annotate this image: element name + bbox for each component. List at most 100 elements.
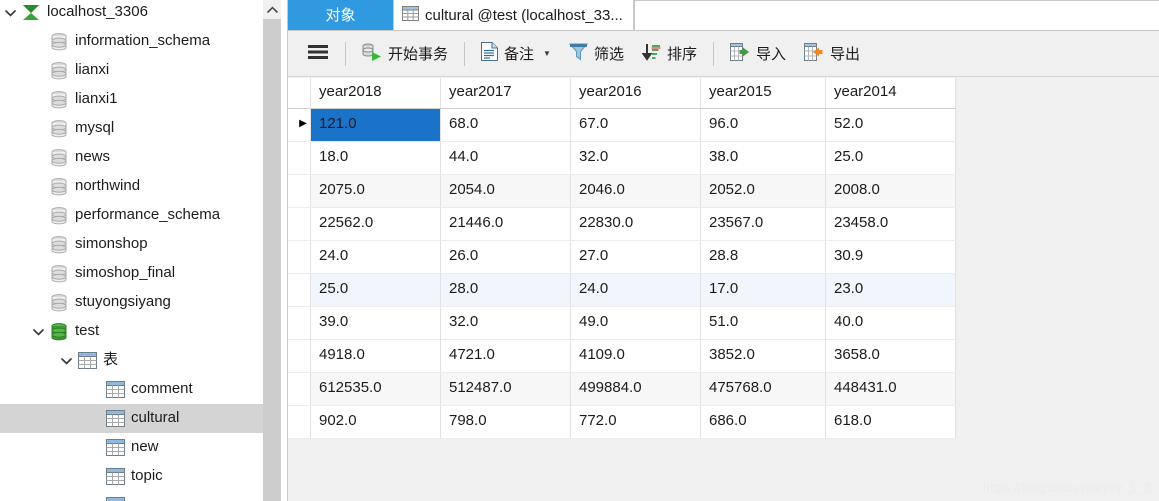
- grid-cell[interactable]: 3852.0: [700, 339, 826, 373]
- menu-button[interactable]: [298, 37, 338, 71]
- grid-cell[interactable]: 96.0: [700, 108, 826, 142]
- grid-row[interactable]: 25.0 28.0 24.0 17.0 23.0: [288, 273, 956, 307]
- grid-cell[interactable]: 25.0: [825, 141, 956, 175]
- grid-cell[interactable]: 2052.0: [700, 174, 826, 208]
- tree-item-test[interactable]: test: [0, 317, 264, 346]
- tree-item-topic[interactable]: topic: [0, 462, 264, 491]
- tab-objects[interactable]: 对象: [288, 0, 393, 30]
- grid-column-header[interactable]: year2017: [440, 78, 571, 109]
- grid-row-indicator[interactable]: [288, 240, 311, 274]
- grid-cell[interactable]: 49.0: [570, 306, 701, 340]
- grid-cell[interactable]: 23567.0: [700, 207, 826, 241]
- tree-item-simoshop_final[interactable]: simoshop_final: [0, 259, 264, 288]
- tree-item-cultural[interactable]: cultural: [0, 404, 264, 433]
- grid-row[interactable]: 4918.0 4721.0 4109.0 3852.0 3658.0: [288, 339, 956, 373]
- grid-cell[interactable]: 612535.0: [310, 372, 441, 406]
- tree-item-localhost_3306[interactable]: localhost_3306: [0, 0, 264, 27]
- note-button[interactable]: 备注 ▼: [472, 37, 560, 71]
- grid-row-indicator[interactable]: [288, 273, 311, 307]
- tree-item-lianxi1[interactable]: lianxi1: [0, 85, 264, 114]
- scroll-up-arrow-icon[interactable]: [263, 0, 281, 19]
- grid-cell[interactable]: 22830.0: [570, 207, 701, 241]
- grid-row[interactable]: ▶ 121.0 68.0 67.0 96.0 52.0: [288, 108, 956, 142]
- grid-cell[interactable]: 40.0: [825, 306, 956, 340]
- grid-row[interactable]: 2075.0 2054.0 2046.0 2052.0 2008.0: [288, 174, 956, 208]
- tree-item-user[interactable]: user: [0, 491, 264, 501]
- grid-cell[interactable]: 26.0: [440, 240, 571, 274]
- grid-cell[interactable]: 21446.0: [440, 207, 571, 241]
- tree-item-mysql[interactable]: mysql: [0, 114, 264, 143]
- grid-cell[interactable]: 28.0: [440, 273, 571, 307]
- data-grid-container[interactable]: year2018 year2017 year2016 year2015 year2014…: [288, 78, 1159, 501]
- grid-row[interactable]: 18.0 44.0 32.0 38.0 25.0: [288, 141, 956, 175]
- grid-cell[interactable]: 686.0: [700, 405, 826, 439]
- grid-row[interactable]: 902.0 798.0 772.0 686.0 618.0: [288, 405, 956, 439]
- grid-row-indicator[interactable]: [288, 174, 311, 208]
- tree-item-stuyongsiyang[interactable]: stuyongsiyang: [0, 288, 264, 317]
- grid-cell[interactable]: 4918.0: [310, 339, 441, 373]
- grid-cell[interactable]: 798.0: [440, 405, 571, 439]
- grid-cell[interactable]: 25.0: [310, 273, 441, 307]
- scrollbar-thumb[interactable]: [263, 19, 281, 501]
- grid-cell[interactable]: 3658.0: [825, 339, 956, 373]
- grid-cell[interactable]: 475768.0: [700, 372, 826, 406]
- grid-cell[interactable]: 23.0: [825, 273, 956, 307]
- grid-cell[interactable]: 51.0: [700, 306, 826, 340]
- grid-column-header[interactable]: year2016: [570, 78, 701, 109]
- grid-row-indicator[interactable]: [288, 306, 311, 340]
- grid-cell[interactable]: 24.0: [310, 240, 441, 274]
- tab-cultural-table[interactable]: cultural @test (localhost_33...: [393, 0, 634, 30]
- grid-cell[interactable]: 52.0: [825, 108, 956, 142]
- import-button[interactable]: 导入: [721, 37, 795, 71]
- grid-cell[interactable]: 28.8: [700, 240, 826, 274]
- grid-cell[interactable]: 448431.0: [825, 372, 956, 406]
- grid-cell[interactable]: 2046.0: [570, 174, 701, 208]
- grid-cell[interactable]: 2008.0: [825, 174, 956, 208]
- grid-row-indicator[interactable]: [288, 339, 311, 373]
- grid-row-indicator[interactable]: [288, 405, 311, 439]
- tree-item-performance_schema[interactable]: performance_schema: [0, 201, 264, 230]
- grid-cell[interactable]: 67.0: [570, 108, 701, 142]
- tree-item-表[interactable]: 表: [0, 346, 264, 375]
- grid-column-header[interactable]: year2018: [310, 78, 441, 109]
- grid-cell[interactable]: 30.9: [825, 240, 956, 274]
- tree-item-news[interactable]: news: [0, 143, 264, 172]
- grid-row-indicator[interactable]: [288, 207, 311, 241]
- filter-button[interactable]: 筛选: [560, 37, 633, 71]
- tree-item-new[interactable]: new: [0, 433, 264, 462]
- grid-cell[interactable]: 22562.0: [310, 207, 441, 241]
- grid-cell[interactable]: 2075.0: [310, 174, 441, 208]
- grid-cell[interactable]: 2054.0: [440, 174, 571, 208]
- grid-cell[interactable]: 44.0: [440, 141, 571, 175]
- export-button[interactable]: 导出: [795, 37, 869, 71]
- grid-cell[interactable]: 23458.0: [825, 207, 956, 241]
- tree-item-lianxi[interactable]: lianxi: [0, 56, 264, 85]
- chevron-down-icon[interactable]: ▼: [543, 49, 551, 58]
- grid-cell-selected[interactable]: 121.0: [310, 108, 441, 142]
- sort-button[interactable]: 排序: [633, 37, 706, 71]
- grid-cell[interactable]: 4721.0: [440, 339, 571, 373]
- grid-cell[interactable]: 32.0: [570, 141, 701, 175]
- tree-item-northwind[interactable]: northwind: [0, 172, 264, 201]
- grid-cell[interactable]: 902.0: [310, 405, 441, 439]
- chevron-down-icon[interactable]: [56, 357, 76, 365]
- chevron-down-icon[interactable]: [28, 328, 48, 336]
- grid-cell[interactable]: 68.0: [440, 108, 571, 142]
- grid-cell[interactable]: 24.0: [570, 273, 701, 307]
- tree-item-comment[interactable]: comment: [0, 375, 264, 404]
- grid-column-header[interactable]: year2015: [700, 78, 826, 109]
- grid-cell[interactable]: 27.0: [570, 240, 701, 274]
- grid-row-indicator[interactable]: [288, 141, 311, 175]
- tree-item-information_schema[interactable]: information_schema: [0, 27, 264, 56]
- grid-cell[interactable]: 17.0: [700, 273, 826, 307]
- tree-item-simonshop[interactable]: simonshop: [0, 230, 264, 259]
- grid-row[interactable]: 612535.0 512487.0 499884.0 475768.0 448431.0: [288, 372, 956, 406]
- grid-row[interactable]: 24.0 26.0 27.0 28.8 30.9: [288, 240, 956, 274]
- grid-column-header[interactable]: year2014: [825, 78, 956, 109]
- grid-row[interactable]: 22562.0 21446.0 22830.0 23567.0 23458.0: [288, 207, 956, 241]
- grid-cell[interactable]: 512487.0: [440, 372, 571, 406]
- grid-cell[interactable]: 32.0: [440, 306, 571, 340]
- grid-cell[interactable]: 4109.0: [570, 339, 701, 373]
- grid-row-indicator[interactable]: ▶: [288, 108, 311, 142]
- chevron-down-icon[interactable]: [0, 9, 20, 17]
